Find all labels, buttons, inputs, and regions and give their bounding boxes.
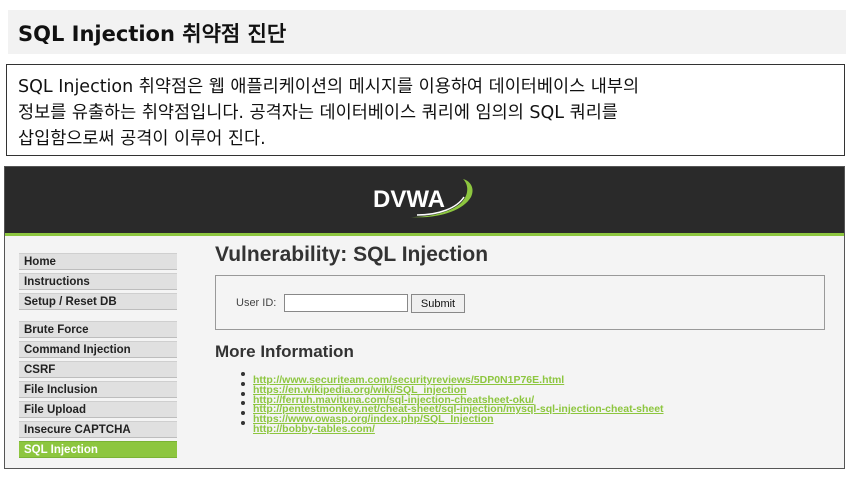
- sidebar-item-command-injection[interactable]: Command Injection: [19, 341, 177, 358]
- more-information-heading: More Information: [215, 342, 354, 361]
- slide-title: SQL Injection 취약점 진단: [18, 22, 287, 46]
- submit-button[interactable]: Submit: [411, 294, 465, 313]
- list-item: http://bobby-tables.com/: [237, 418, 664, 434]
- bullet-icon: [241, 420, 245, 425]
- sidebar-item-setup-reset-db[interactable]: Setup / Reset DB: [19, 293, 177, 310]
- dvwa-header: DVWA: [5, 167, 844, 236]
- description-line: SQL Injection 취약점은 웹 애플리케이션의 메시지를 이용하여 데…: [18, 77, 640, 97]
- sidebar-item-csrf[interactable]: CSRF: [19, 361, 177, 378]
- list-item: https://www.owasp.org/index.php/SQL_Inje…: [237, 408, 664, 424]
- dvwa-logo-text: DVWA: [373, 186, 445, 213]
- user-id-label: User ID:: [236, 297, 277, 309]
- sidebar-item-instructions[interactable]: Instructions: [19, 273, 177, 290]
- bullet-icon: [241, 411, 245, 416]
- list-item: http://pentestmonkey.net/cheat-sheet/sql…: [237, 398, 664, 415]
- description-line: 삽입함으로써 공격이 이루어 진다.: [18, 129, 266, 149]
- page-title: Vulnerability: SQL Injection: [215, 243, 489, 266]
- sidebar-item-home[interactable]: Home: [19, 253, 177, 270]
- menu-separator: [19, 313, 177, 321]
- list-item: http://ferruh.mavituna.com/sql-injection…: [237, 389, 664, 405]
- list-item: https://en.wikipedia.org/wiki/SQL_inject…: [237, 379, 664, 395]
- sidebar-item-file-upload[interactable]: File Upload: [19, 401, 177, 418]
- bullet-icon: [241, 401, 245, 406]
- sidebar-item-brute-force[interactable]: Brute Force: [19, 321, 177, 338]
- sidebar-item-sql-injection[interactable]: SQL Injection: [19, 441, 177, 458]
- reference-link-list: http://www.securiteam.com/securityreview…: [237, 369, 664, 434]
- description-line: 정보를 유출하는 취약점입니다. 공격자는 데이터베이스 쿼리에 임의의 SQL…: [18, 103, 618, 123]
- description-box: SQL Injection 취약점은 웹 애플리케이션의 메시지를 이용하여 데…: [6, 64, 845, 156]
- reference-link[interactable]: http://bobby-tables.com/: [253, 423, 375, 435]
- bullet-icon: [241, 391, 245, 396]
- sidebar-item-file-inclusion[interactable]: File Inclusion: [19, 381, 177, 398]
- dvwa-logo: DVWA: [367, 175, 481, 225]
- dvwa-screenshot: DVWA Home Instructions Setup / Reset DB …: [4, 166, 845, 469]
- slide-title-bar: SQL Injection 취약점 진단: [8, 10, 846, 54]
- sidebar-item-insecure-captcha[interactable]: Insecure CAPTCHA: [19, 421, 177, 438]
- bullet-icon: [241, 381, 245, 386]
- bullet-icon: [241, 372, 245, 376]
- sidebar-menu: Home Instructions Setup / Reset DB Brute…: [19, 253, 177, 461]
- list-item: http://www.securiteam.com/securityreview…: [237, 369, 664, 385]
- user-id-input[interactable]: [284, 294, 408, 312]
- vulnerable-form-box: User ID: Submit: [215, 275, 825, 330]
